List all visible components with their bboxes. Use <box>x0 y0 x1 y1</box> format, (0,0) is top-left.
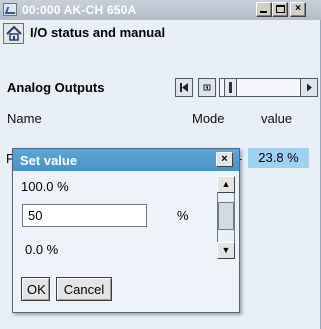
up-arrow-icon: ▲ <box>221 179 231 189</box>
page-title: I/O status and manual <box>30 25 166 40</box>
slider-down-button[interactable]: ▼ <box>217 242 235 259</box>
cancel-button[interactable]: Cancel <box>56 277 112 301</box>
unit-label: % <box>177 208 189 223</box>
min-value-label: 0.0 % <box>25 242 59 257</box>
section-title: Analog Outputs <box>7 80 105 95</box>
dialog-close-button[interactable]: × <box>216 152 233 167</box>
nav-prev-button[interactable] <box>198 78 216 97</box>
page-scroll-thumb[interactable] <box>224 78 237 97</box>
column-header-name: Name <box>7 111 42 126</box>
home-icon <box>6 26 22 41</box>
prev-page-icon <box>203 84 211 91</box>
column-header-value: value <box>261 111 293 126</box>
value-slider-thumb[interactable] <box>218 202 234 230</box>
set-value-dialog: Set value × 100.0 % % 0.0 % ▲ ▼ OK Cance… <box>12 148 240 313</box>
value-input[interactable] <box>22 204 147 227</box>
first-page-icon <box>180 83 188 92</box>
max-value-label: 100.0 % <box>21 179 69 194</box>
column-header-mode: Mode <box>192 111 225 126</box>
maximize-icon <box>276 5 285 13</box>
close-button[interactable]: × <box>290 2 306 17</box>
title-bar[interactable]: 00:000 AK-CH 650A × <box>0 0 321 20</box>
output-value[interactable]: 23.8 % <box>248 148 309 168</box>
slider-up-button[interactable]: ▲ <box>217 176 235 193</box>
down-arrow-icon: ▼ <box>221 245 231 255</box>
window-title: 00:000 AK-CH 650A <box>22 3 137 17</box>
dialog-title-bar[interactable]: Set value × <box>13 149 239 171</box>
minimize-icon <box>260 11 267 13</box>
dialog-title: Set value <box>20 153 78 168</box>
next-page-icon <box>307 83 312 92</box>
grip-icon <box>229 82 232 93</box>
app-window: 00:000 AK-CH 650A × I/O status and manua… <box>0 0 321 329</box>
nav-first-button[interactable] <box>175 78 193 97</box>
maximize-button[interactable] <box>272 2 288 17</box>
minimize-button[interactable] <box>256 2 272 17</box>
nav-next-button[interactable] <box>300 78 318 97</box>
ok-button[interactable]: OK <box>21 277 50 301</box>
home-button[interactable] <box>3 23 24 44</box>
page-header: I/O status and manual <box>0 22 321 46</box>
app-icon <box>3 3 17 16</box>
